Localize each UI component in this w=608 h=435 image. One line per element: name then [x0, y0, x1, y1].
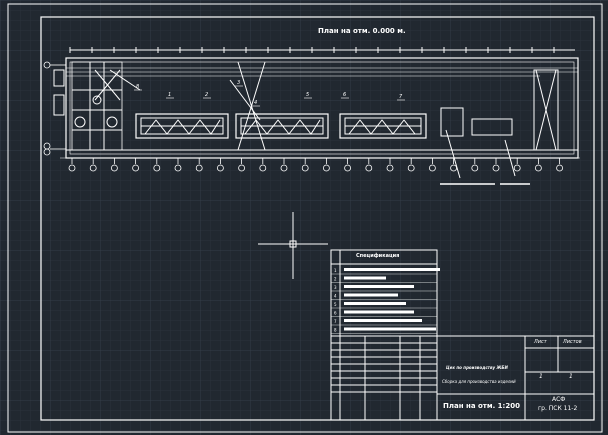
org-name: АСФ: [552, 396, 566, 403]
svg-text:3: 3: [237, 80, 240, 86]
svg-text:2: 2: [205, 92, 208, 98]
project-subtitle: Сборка для производства изделий: [442, 379, 516, 384]
sheets-header: Листов: [563, 339, 582, 345]
sheet-header: Лист: [534, 339, 547, 345]
casting-table-1: [135, 113, 229, 139]
svg-text:8: 8: [136, 84, 139, 90]
sheet-title: План на отм. 1:200: [443, 402, 520, 410]
svg-text:5: 5: [306, 92, 309, 98]
casting-table-3: [339, 113, 427, 139]
project-name: Цех по производству ЖБИ: [446, 365, 508, 370]
group-code: гр. ПСК 11-2: [538, 405, 578, 412]
sheet-value: 1: [539, 373, 543, 380]
casting-table-2: [235, 113, 329, 139]
spec-title: Спецификация: [356, 253, 400, 259]
cad-drawing-canvas[interactable]: 1 2345 6 78 12345678: [0, 0, 608, 435]
svg-text:1: 1: [168, 92, 171, 98]
plan-title: План на отм. 0.000 м.: [318, 27, 406, 35]
sheets-value: 1: [569, 373, 573, 380]
svg-text:6: 6: [343, 92, 346, 98]
svg-text:4: 4: [254, 100, 257, 106]
